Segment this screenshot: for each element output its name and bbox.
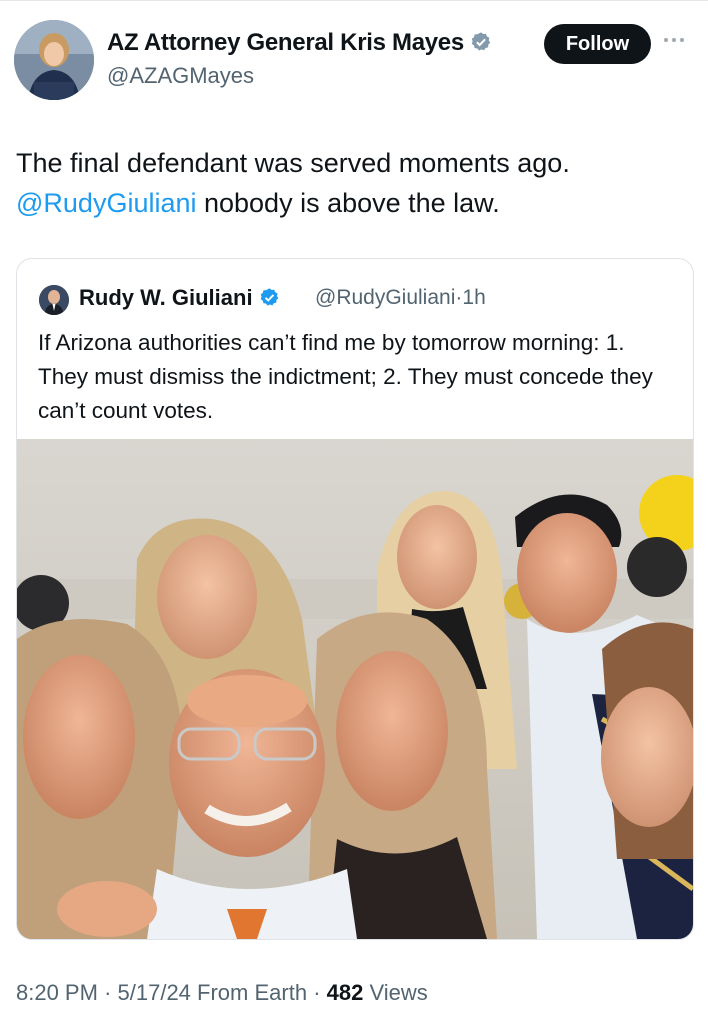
quote-author-name-text[interactable]: Rudy W. Giuliani [79,285,253,310]
group-selfie-image [17,439,693,939]
views-count[interactable]: 482 [327,980,364,1005]
more-options-icon[interactable] [664,34,692,46]
post-time[interactable]: 8:20 PM [16,980,98,1005]
author-handle[interactable]: @AZAGMayes [107,63,254,89]
footer-separator: · [313,980,321,1005]
tweet-text-line1: The final defendant was served moments a… [16,148,570,178]
author-avatar-image [14,20,94,100]
author-name-text[interactable]: AZ Attorney General Kris Mayes [107,29,464,56]
tweet-text-rest: nobody is above the law. [196,188,500,218]
post-date[interactable]: 5/17/24 [118,980,191,1005]
tweet-text: The final defendant was served moments a… [16,143,686,223]
tweet-text-line2: @RudyGiuliani nobody is above the law. [16,183,686,223]
quote-text: If Arizona authorities can’t find me by … [38,330,653,423]
quote-meta: @RudyGiuliani·1h [315,286,486,310]
follow-button[interactable]: Follow [544,24,651,64]
post-source: From Earth [197,980,308,1005]
author-name[interactable]: AZ Attorney General Kris Mayes [107,29,492,60]
author-avatar[interactable] [14,20,94,100]
quote-tweet-card[interactable]: Rudy W. Giuliani @RudyGiuliani·1h If Ari… [16,258,694,940]
quote-photo[interactable] [17,439,693,939]
verified-badge-icon [259,287,280,314]
footer-separator: · [104,980,112,1005]
quote-timestamp[interactable]: 1h [462,286,485,309]
tweet-footer: 8:20 PM · 5/17/24 From Earth · 482 Views [16,980,428,1006]
views-label[interactable]: Views [370,980,428,1005]
top-divider [0,0,708,1]
quote-author-name[interactable]: Rudy W. Giuliani [79,285,280,314]
quote-author-handle[interactable]: @RudyGiuliani [315,286,455,309]
mention-link[interactable]: @RudyGiuliani [16,188,196,218]
verified-badge-icon [470,31,492,60]
quote-author-avatar[interactable] [39,285,69,315]
quote-author-avatar-image [39,285,69,315]
